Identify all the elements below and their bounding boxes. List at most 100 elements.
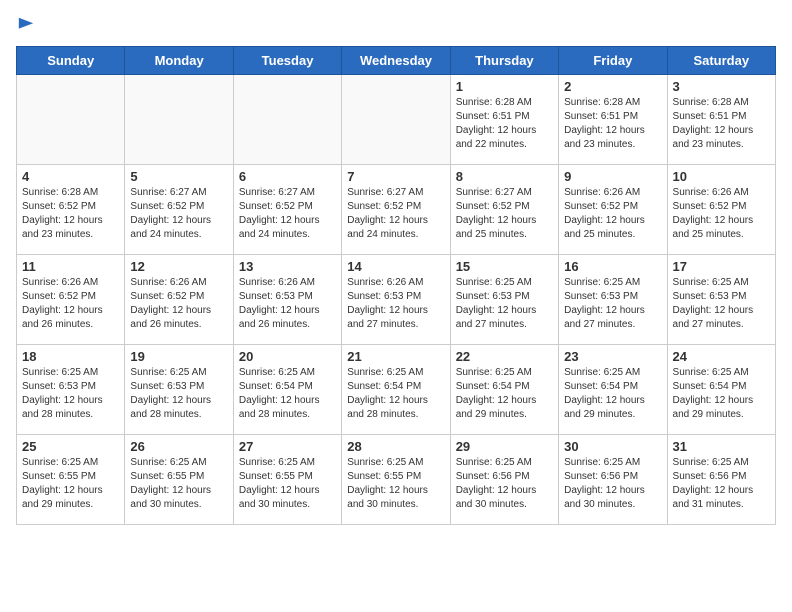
calendar-day-cell: 31 Sunrise: 6:25 AMSunset: 6:56 PMDayligh… — [667, 435, 775, 525]
day-number: 25 — [22, 439, 119, 454]
calendar-day-cell: 20Sunrise: 6:25 AMSunset: 6:54 PMDayligh… — [233, 345, 341, 435]
calendar-day-cell: 4 Sunrise: 6:28 AMSunset: 6:52 PMDaylight… — [17, 165, 125, 255]
day-info: Sunrise: 6:26 AMSunset: 6:53 PMDaylight:… — [347, 276, 444, 332]
calendar-day-cell: 15 Sunrise: 6:25 AMSunset: 6:53 PMDayligh… — [450, 255, 558, 345]
day-number: 9 — [564, 169, 661, 184]
day-number: 1 — [456, 79, 553, 94]
day-info: Sunrise: 6:28 AMSunset: 6:51 PMDaylight:… — [456, 96, 553, 152]
day-number: 16 — [564, 259, 661, 274]
day-number: 5 — [130, 169, 227, 184]
calendar-day-cell: 13 Sunrise: 6:26 AMSunset: 6:53 PMDayligh… — [233, 255, 341, 345]
day-info: Sunrise: 6:25 AMSunset: 6:55 PMDaylight:… — [22, 456, 119, 512]
day-info: Sunrise: 6:28 AMSunset: 6:52 PMDaylight:… — [22, 186, 119, 242]
day-number: 6 — [239, 169, 336, 184]
calendar-day-header: Tuesday — [233, 47, 341, 75]
day-number: 14 — [347, 259, 444, 274]
calendar-day-cell: 23 Sunrise: 6:25 AMSunset: 6:54 PMDayligh… — [559, 345, 667, 435]
day-info: Sunrise: 6:25 AMSunset: 6:56 PMDaylight:… — [673, 456, 770, 512]
day-number: 23 — [564, 349, 661, 364]
day-number: 20 — [239, 349, 336, 364]
calendar-day-cell: 10 Sunrise: 6:26 AMSunset: 6:52 PMDayligh… — [667, 165, 775, 255]
calendar-day-cell: 24Sunrise: 6:25 AMSunset: 6:54 PMDayligh… — [667, 345, 775, 435]
day-number: 22 — [456, 349, 553, 364]
logo — [16, 16, 35, 34]
calendar-table: SundayMondayTuesdayWednesdayThursdayFrid… — [16, 46, 776, 525]
day-info: Sunrise: 6:25 AMSunset: 6:56 PMDaylight:… — [456, 456, 553, 512]
calendar-day-cell: 1 Sunrise: 6:28 AMSunset: 6:51 PMDaylight… — [450, 75, 558, 165]
calendar-day-cell — [125, 75, 233, 165]
day-info: Sunrise: 6:26 AMSunset: 6:53 PMDaylight:… — [239, 276, 336, 332]
calendar-week-row: 18 Sunrise: 6:25 AMSunset: 6:53 PMDayligh… — [17, 345, 776, 435]
day-info: Sunrise: 6:25 AMSunset: 6:55 PMDaylight:… — [130, 456, 227, 512]
calendar-day-header: Sunday — [17, 47, 125, 75]
calendar-day-cell: 22 Sunrise: 6:25 AMSunset: 6:54 PMDayligh… — [450, 345, 558, 435]
day-info: Sunrise: 6:25 AMSunset: 6:53 PMDaylight:… — [22, 366, 119, 422]
page-header — [16, 16, 776, 34]
calendar-day-header: Friday — [559, 47, 667, 75]
day-info: Sunrise: 6:25 AMSunset: 6:54 PMDaylight:… — [347, 366, 444, 422]
day-info: Sunrise: 6:28 AMSunset: 6:51 PMDaylight:… — [673, 96, 770, 152]
calendar-day-header: Thursday — [450, 47, 558, 75]
calendar-week-row: 1 Sunrise: 6:28 AMSunset: 6:51 PMDaylight… — [17, 75, 776, 165]
day-info: Sunrise: 6:26 AMSunset: 6:52 PMDaylight:… — [22, 276, 119, 332]
day-info: Sunrise: 6:25 AMSunset: 6:54 PMDaylight:… — [456, 366, 553, 422]
calendar-header-row: SundayMondayTuesdayWednesdayThursdayFrid… — [17, 47, 776, 75]
day-info: Sunrise: 6:25 AMSunset: 6:55 PMDaylight:… — [239, 456, 336, 512]
calendar-day-cell: 3 Sunrise: 6:28 AMSunset: 6:51 PMDaylight… — [667, 75, 775, 165]
day-info: Sunrise: 6:25 AMSunset: 6:54 PMDaylight:… — [673, 366, 770, 422]
calendar-week-row: 25 Sunrise: 6:25 AMSunset: 6:55 PMDayligh… — [17, 435, 776, 525]
day-number: 15 — [456, 259, 553, 274]
day-info: Sunrise: 6:25 AMSunset: 6:53 PMDaylight:… — [564, 276, 661, 332]
day-number: 4 — [22, 169, 119, 184]
calendar-day-cell — [342, 75, 450, 165]
day-number: 3 — [673, 79, 770, 94]
day-number: 28 — [347, 439, 444, 454]
day-info: Sunrise: 6:28 AMSunset: 6:51 PMDaylight:… — [564, 96, 661, 152]
day-info: Sunrise: 6:25 AMSunset: 6:54 PMDaylight:… — [564, 366, 661, 422]
calendar-day-cell: 7 Sunrise: 6:27 AMSunset: 6:52 PMDaylight… — [342, 165, 450, 255]
calendar-day-cell: 18 Sunrise: 6:25 AMSunset: 6:53 PMDayligh… — [17, 345, 125, 435]
day-number: 11 — [22, 259, 119, 274]
calendar-day-cell: 25 Sunrise: 6:25 AMSunset: 6:55 PMDayligh… — [17, 435, 125, 525]
day-info: Sunrise: 6:27 AMSunset: 6:52 PMDaylight:… — [347, 186, 444, 242]
calendar-day-cell: 21 Sunrise: 6:25 AMSunset: 6:54 PMDayligh… — [342, 345, 450, 435]
day-number: 13 — [239, 259, 336, 274]
day-number: 19 — [130, 349, 227, 364]
calendar-day-cell: 11 Sunrise: 6:26 AMSunset: 6:52 PMDayligh… — [17, 255, 125, 345]
day-info: Sunrise: 6:25 AMSunset: 6:53 PMDaylight:… — [456, 276, 553, 332]
day-info: Sunrise: 6:25 AMSunset: 6:53 PMDaylight:… — [673, 276, 770, 332]
calendar-day-cell: 17Sunrise: 6:25 AMSunset: 6:53 PMDayligh… — [667, 255, 775, 345]
day-info: Sunrise: 6:26 AMSunset: 6:52 PMDaylight:… — [564, 186, 661, 242]
day-number: 29 — [456, 439, 553, 454]
calendar-day-cell: 27 Sunrise: 6:25 AMSunset: 6:55 PMDayligh… — [233, 435, 341, 525]
calendar-day-cell — [17, 75, 125, 165]
calendar-day-cell: 19 Sunrise: 6:25 AMSunset: 6:53 PMDayligh… — [125, 345, 233, 435]
calendar-day-cell: 9 Sunrise: 6:26 AMSunset: 6:52 PMDaylight… — [559, 165, 667, 255]
day-number: 21 — [347, 349, 444, 364]
day-info: Sunrise: 6:25 AMSunset: 6:55 PMDaylight:… — [347, 456, 444, 512]
day-number: 12 — [130, 259, 227, 274]
calendar-day-header: Wednesday — [342, 47, 450, 75]
day-number: 18 — [22, 349, 119, 364]
day-number: 2 — [564, 79, 661, 94]
day-number: 10 — [673, 169, 770, 184]
day-number: 26 — [130, 439, 227, 454]
day-number: 30 — [564, 439, 661, 454]
calendar-day-cell: 5 Sunrise: 6:27 AMSunset: 6:52 PMDaylight… — [125, 165, 233, 255]
day-info: Sunrise: 6:26 AMSunset: 6:52 PMDaylight:… — [130, 276, 227, 332]
calendar-day-cell: 14 Sunrise: 6:26 AMSunset: 6:53 PMDayligh… — [342, 255, 450, 345]
calendar-day-cell: 8Sunrise: 6:27 AMSunset: 6:52 PMDaylight… — [450, 165, 558, 255]
day-number: 27 — [239, 439, 336, 454]
calendar-week-row: 11 Sunrise: 6:26 AMSunset: 6:52 PMDayligh… — [17, 255, 776, 345]
day-info: Sunrise: 6:27 AMSunset: 6:52 PMDaylight:… — [239, 186, 336, 242]
day-info: Sunrise: 6:26 AMSunset: 6:52 PMDaylight:… — [673, 186, 770, 242]
calendar-day-cell: 30Sunrise: 6:25 AMSunset: 6:56 PMDayligh… — [559, 435, 667, 525]
calendar-day-cell: 6 Sunrise: 6:27 AMSunset: 6:52 PMDaylight… — [233, 165, 341, 255]
calendar-day-cell: 2 Sunrise: 6:28 AMSunset: 6:51 PMDaylight… — [559, 75, 667, 165]
calendar-day-cell: 16 Sunrise: 6:25 AMSunset: 6:53 PMDayligh… — [559, 255, 667, 345]
calendar-week-row: 4 Sunrise: 6:28 AMSunset: 6:52 PMDaylight… — [17, 165, 776, 255]
day-info: Sunrise: 6:25 AMSunset: 6:53 PMDaylight:… — [130, 366, 227, 422]
day-number: 7 — [347, 169, 444, 184]
day-number: 31 — [673, 439, 770, 454]
day-info: Sunrise: 6:27 AMSunset: 6:52 PMDaylight:… — [130, 186, 227, 242]
